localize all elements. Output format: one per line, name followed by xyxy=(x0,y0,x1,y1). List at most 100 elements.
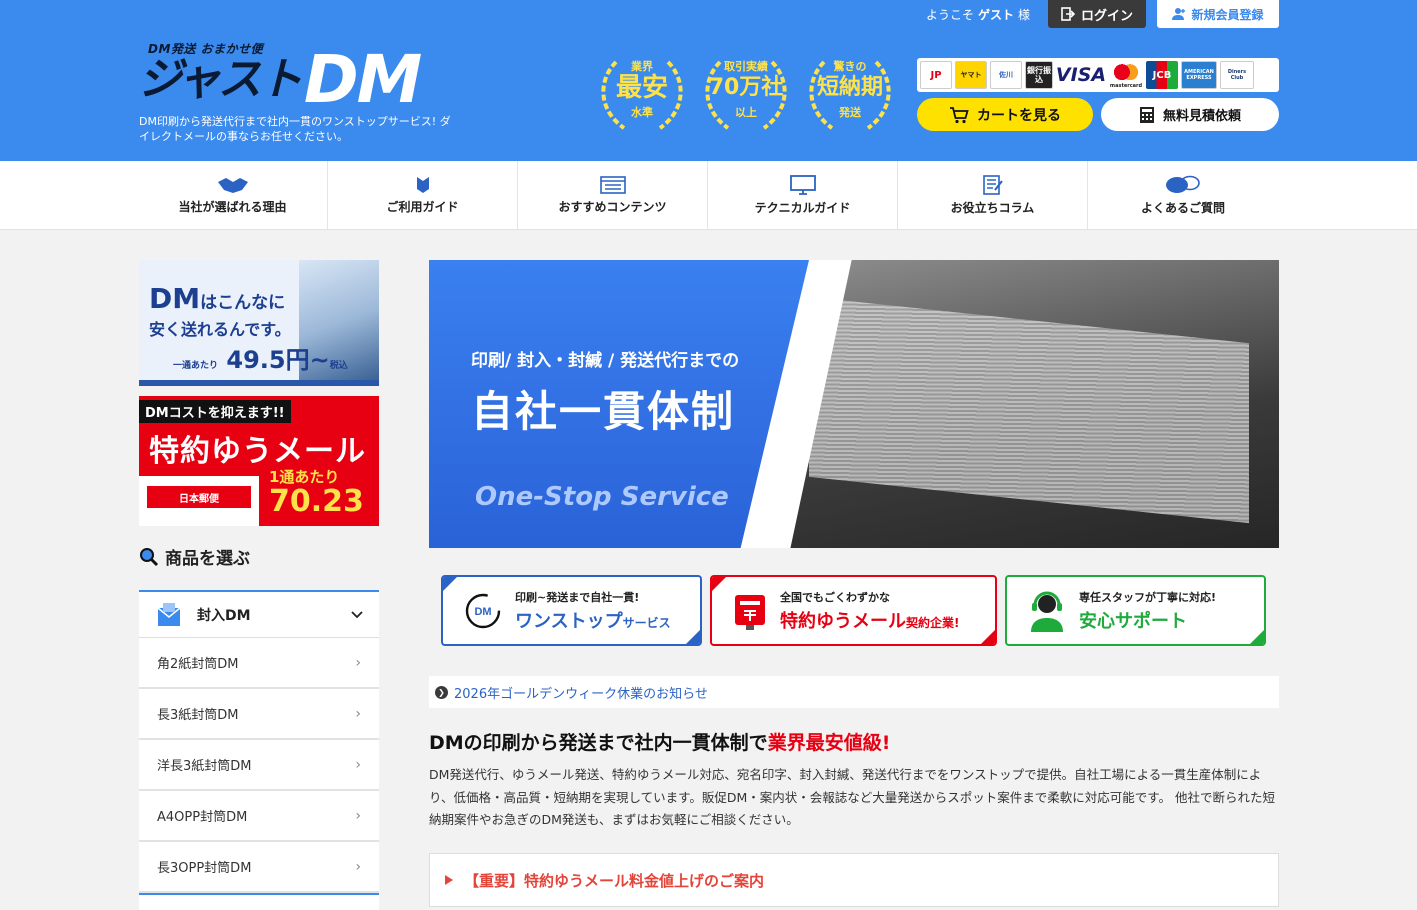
banner-low-cost-dm[interactable]: DMはこんなに 安く送れるんです。 一通あたり 49.5円~税込 xyxy=(139,260,379,386)
site-logo[interactable]: ジャスト DM xyxy=(138,41,422,118)
feature-text: 専任スタッフが丁寧に対応! 安心サポート xyxy=(1079,589,1216,633)
free-quote-button[interactable]: 無料見積依頼 xyxy=(1101,98,1279,131)
cart-icon xyxy=(950,106,969,123)
feature-big-sub: 契約企業! xyxy=(906,615,960,630)
important-label: 【重要】特約ゆうメール料金値上げのご案内 xyxy=(464,871,765,890)
welcome-suffix: 様 xyxy=(1018,8,1031,22)
banner-line2: 安く送れるんです。 xyxy=(149,320,291,339)
nav-label: テクニカルガイド xyxy=(754,201,851,215)
corner-mark xyxy=(981,630,995,644)
chevron-right-icon: › xyxy=(355,807,361,824)
intro-heading-accent: 業界最安値級! xyxy=(767,732,891,754)
badge-bottom: 以上 xyxy=(735,106,757,119)
notice-text: 2026年ゴールデンウィーク休業のお知らせ xyxy=(454,686,708,702)
register-label: 新規会員登録 xyxy=(1191,7,1264,22)
important-notice-toggle[interactable]: 【重要】特約ゆうメール料金値上げのご案内 xyxy=(429,853,1279,907)
menu-item-label: 角2紙封筒DM xyxy=(157,657,239,672)
corner-mark xyxy=(686,630,700,644)
chevron-down-icon xyxy=(351,610,363,618)
badge-mid: 70万社 xyxy=(708,75,784,100)
menu-item-naga3opp[interactable]: 長3OPP封筒DM › xyxy=(139,842,379,893)
nav-label: おすすめコンテンツ xyxy=(558,200,667,214)
banner-strip xyxy=(139,380,379,386)
column-icon xyxy=(982,175,1003,195)
select-product-heading: 商品を選ぶ xyxy=(139,544,250,569)
logo-text-dm: DM xyxy=(303,41,422,118)
feature-small: 専任スタッフが丁寧に対応! xyxy=(1079,590,1217,604)
nav-item-guide[interactable]: ご利用ガイド xyxy=(328,161,518,230)
corner-mark xyxy=(1250,630,1264,644)
banner-price-value: 49.5円~ xyxy=(226,346,330,374)
corner-mark xyxy=(712,577,726,591)
feature-one-stop[interactable]: DM 印刷~発送まで自社一貫! ワンストップサービス xyxy=(441,575,702,646)
user-add-icon xyxy=(1172,8,1186,20)
welcome-text: ようこそ ゲスト様 xyxy=(926,6,1030,23)
next-category[interactable] xyxy=(139,893,379,910)
menu-item-label: 長3OPP封筒DM xyxy=(157,861,252,876)
menu-item-kaku2[interactable]: 角2紙封筒DM › xyxy=(139,638,379,689)
banner-tag: DMコストを抑えます!! xyxy=(139,400,291,423)
feature-yu-mail[interactable]: 全国でもごくわずかな 特約ゆうメール契約企業! xyxy=(710,575,997,646)
chevron-right-icon: › xyxy=(355,756,361,773)
feature-big: 安心サポート xyxy=(1079,610,1187,632)
post-office-sign: 日本郵便 xyxy=(147,486,251,508)
banner-title: 特約ゆうメール xyxy=(149,434,366,469)
postbox-icon xyxy=(735,594,765,630)
nav-item-column[interactable]: お役立ちコラム xyxy=(898,161,1088,230)
chevron-right-icon: › xyxy=(355,858,361,875)
register-button[interactable]: 新規会員登録 xyxy=(1157,0,1279,28)
payment-bank-transfer: 銀行振込 xyxy=(1025,61,1053,89)
nav-label: 当社が選ばれる理由 xyxy=(178,200,287,214)
login-button[interactable]: ログイン xyxy=(1048,0,1146,28)
feature-big-main: ワンストップ xyxy=(515,610,623,632)
global-nav: 当社が選ばれる理由 ご利用ガイド おすすめコンテンツ テクニカルガイド お役立ち… xyxy=(0,161,1417,230)
nav-item-faq[interactable]: よくあるご質問 xyxy=(1088,161,1278,230)
chevron-right-icon: › xyxy=(355,654,361,671)
badge-lowest-price: 業界 最安 水準 xyxy=(594,50,690,136)
site-description: DM印刷から発送代行まで社内一貫のワンストップサービス! ダイレクトメールの事な… xyxy=(139,115,451,143)
banner-dm: DM xyxy=(149,282,201,315)
view-cart-button[interactable]: カートを見る xyxy=(917,98,1093,131)
chevron-circle-icon: ❯ xyxy=(435,685,448,699)
nav-item-technical[interactable]: テクニカルガイド xyxy=(708,161,898,230)
search-icon xyxy=(140,547,159,566)
menu-item-a4opp[interactable]: A4OPP封筒DM › xyxy=(139,791,379,842)
menu-item-younaga3[interactable]: 洋長3紙封筒DM › xyxy=(139,740,379,791)
badge-mid: 最安 xyxy=(615,73,668,103)
nav-item-recommended[interactable]: おすすめコンテンツ xyxy=(518,161,708,230)
intro-body: DM発送代行、ゆうメール発送、特約ゆうメール対応、宛名印字、封入封緘、発送代行ま… xyxy=(429,767,1276,827)
welcome-name: ゲスト xyxy=(978,8,1015,22)
payment-japan-post: JP xyxy=(920,61,952,89)
payment-amex: AMERICAN EXPRESS xyxy=(1181,61,1217,89)
category-label: 封入DM xyxy=(197,607,251,624)
content-icon xyxy=(599,176,626,194)
menu-item-naga3[interactable]: 長3紙封筒DM › xyxy=(139,689,379,740)
site-header: DM発送 おまかせ便 ジャスト DM DM印刷から発送代行まで社内一貫のワンスト… xyxy=(0,0,1417,161)
svg-text:DM: DM xyxy=(474,606,491,618)
feature-support[interactable]: 専任スタッフが丁寧に対応! 安心サポート xyxy=(1005,575,1266,646)
banner-line1: はこんなに xyxy=(200,293,286,313)
corner-mark xyxy=(443,577,457,591)
category-envelope-dm[interactable]: 封入DM xyxy=(139,590,379,638)
banner-yu-mail[interactable]: DMコストを抑えます!! 特約ゆうメール 日本郵便 1通あたり 70.23円~ xyxy=(139,396,379,526)
dm-cycle-icon: DM xyxy=(465,593,501,628)
banner-price: 70.23円~ xyxy=(269,484,364,519)
monitor-icon xyxy=(789,175,816,195)
intro-heading-main: DMの印刷から発送まで社内一貫体制で xyxy=(429,732,768,754)
select-heading-label: 商品を選ぶ xyxy=(165,549,250,569)
payment-jcb: JCB xyxy=(1146,61,1178,89)
envelope-icon xyxy=(157,602,181,626)
faq-icon xyxy=(1166,175,1200,193)
post-office-image: 日本郵便 xyxy=(139,476,259,526)
payment-yamato: ヤマト xyxy=(955,61,987,89)
login-icon xyxy=(1061,7,1075,21)
nav-label: ご利用ガイド xyxy=(386,200,459,214)
nav-item-reasons[interactable]: 当社が選ばれる理由 xyxy=(138,161,328,230)
news-notice-link[interactable]: ❯ 2026年ゴールデンウィーク休業のお知らせ xyxy=(429,676,1279,708)
headset-operator-icon xyxy=(1031,591,1063,632)
menu-item-label: 長3紙封筒DM xyxy=(157,708,239,723)
hero-banner[interactable]: 印刷/ 封入・封緘 / 発送代行までの 自社一貫体制 One-Stop Serv… xyxy=(429,260,1279,548)
cart-label: カートを見る xyxy=(977,107,1061,124)
feature-big: 特約ゆうメール契約企業! xyxy=(780,607,959,633)
banner-per: 一通あたり xyxy=(173,361,219,371)
